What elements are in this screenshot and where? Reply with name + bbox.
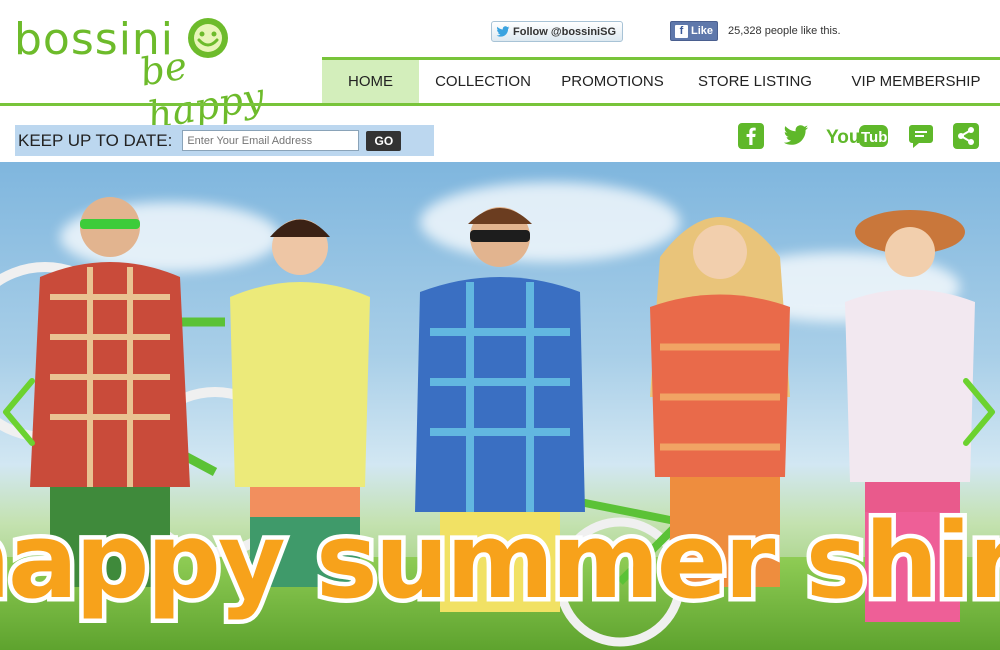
share-icon-glyph bbox=[953, 123, 979, 149]
share-icon[interactable] bbox=[952, 120, 980, 152]
hero-headline-text: happy summer shirt bbox=[0, 500, 1000, 622]
chevron-right-icon[interactable] bbox=[958, 377, 998, 447]
twitter-icon-glyph bbox=[783, 125, 809, 145]
chat-icon-glyph bbox=[909, 125, 933, 148]
page: bossini be happy Follow @bossiniSG f Lik… bbox=[0, 0, 1000, 650]
twitter-bird-icon bbox=[496, 25, 510, 37]
nav-item-label: VIP MEMBERSHIP bbox=[851, 73, 981, 90]
nav-item-collection[interactable]: COLLECTION bbox=[419, 60, 547, 103]
twitter-icon[interactable] bbox=[781, 120, 811, 152]
hero-headline: happy summer shirt bbox=[0, 497, 1000, 627]
email-input[interactable] bbox=[182, 130, 360, 151]
youtube-icon[interactable]: You Tube bbox=[825, 120, 889, 152]
facebook-like-label: Like bbox=[691, 25, 714, 37]
twitter-follow-label: Follow @bossiniSG bbox=[513, 25, 617, 38]
header-divider bbox=[0, 103, 1000, 106]
brand-logo[interactable]: bossini be happy bbox=[14, 10, 294, 138]
facebook-like-count: 25,328 people like this. bbox=[728, 25, 841, 37]
go-button[interactable]: GO bbox=[366, 130, 402, 151]
main-nav: HOME COLLECTION PROMOTIONS STORE LISTING… bbox=[322, 60, 1000, 103]
nav-item-label: HOME bbox=[348, 73, 393, 90]
youtube-icon-glyph: You Tube bbox=[826, 125, 889, 148]
facebook-icon[interactable] bbox=[737, 120, 765, 152]
facebook-icon-glyph bbox=[738, 123, 764, 149]
facebook-f-icon: f bbox=[675, 24, 688, 38]
nav-item-label: STORE LISTING bbox=[698, 73, 812, 90]
nav-item-promotions[interactable]: PROMOTIONS bbox=[547, 60, 678, 103]
nav-item-label: PROMOTIONS bbox=[561, 73, 664, 90]
hero-banner[interactable]: happy summer shirt bbox=[0, 162, 1000, 650]
twitter-follow-button[interactable]: Follow @bossiniSG bbox=[491, 21, 624, 42]
nav-item-store-listing[interactable]: STORE LISTING bbox=[678, 60, 832, 103]
nav-item-label: COLLECTION bbox=[435, 73, 531, 90]
chevron-left-icon[interactable] bbox=[0, 377, 40, 447]
nav-item-home[interactable]: HOME bbox=[322, 60, 419, 103]
facebook-like-button[interactable]: f Like bbox=[670, 21, 719, 41]
chat-icon[interactable] bbox=[907, 120, 935, 152]
newsletter-label: KEEP UP TO DATE: bbox=[18, 130, 173, 150]
svg-text:You: You bbox=[826, 127, 860, 148]
svg-text:Tube: Tube bbox=[861, 129, 889, 146]
newsletter-bar: KEEP UP TO DATE: GO bbox=[15, 125, 434, 156]
nav-item-vip-membership[interactable]: VIP MEMBERSHIP bbox=[832, 60, 1000, 103]
